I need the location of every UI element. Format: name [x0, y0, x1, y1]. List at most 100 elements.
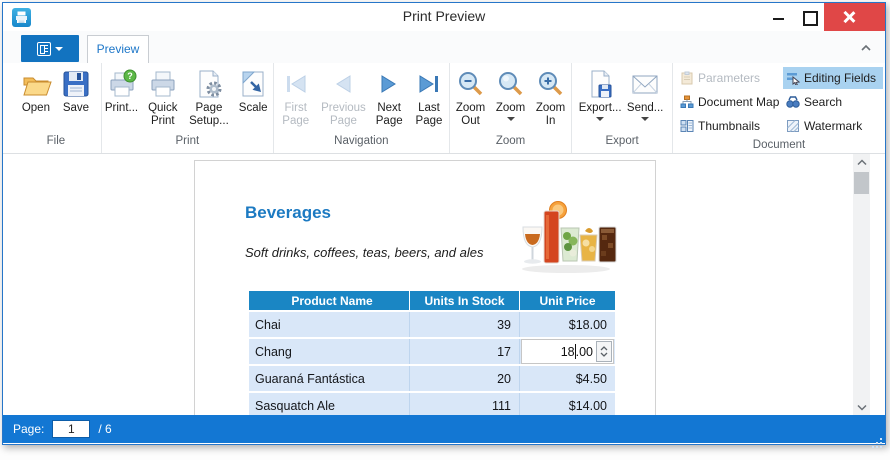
window-title: Print Preview [402, 8, 486, 24]
edit-value: 18.00 [561, 344, 593, 359]
send-button[interactable]: Send... [623, 65, 667, 121]
button-label: Parameters [698, 71, 761, 85]
chevron-down-icon [55, 46, 63, 51]
application-menu-button[interactable] [21, 35, 79, 62]
cell-units: 20 [410, 366, 520, 391]
table-row: Chang 17 18.00 [249, 337, 615, 364]
minimize-button[interactable] [764, 3, 794, 31]
page-setup-button[interactable]: Page Setup... [184, 65, 233, 128]
close-button[interactable] [824, 3, 885, 31]
page-scale-icon [242, 71, 264, 97]
cell-product: Guaraná Fantástica [249, 366, 410, 391]
tab-preview[interactable]: Preview [87, 35, 149, 63]
edit-value-before-caret: 18 [560, 344, 575, 359]
group-label-zoom: Zoom [495, 135, 526, 147]
last-page-button[interactable]: Last Page [409, 65, 449, 128]
button-label: Zoom In [535, 102, 566, 127]
spin-down-icon[interactable] [600, 352, 608, 357]
cell-price[interactable]: $18.00 [520, 312, 615, 337]
table-row: Chai 39 $18.00 [249, 310, 615, 337]
thumbnails-icon [680, 120, 694, 132]
first-page-icon [286, 75, 306, 93]
group-label-export: Export [605, 135, 639, 147]
parameters-button[interactable]: Parameters [677, 67, 783, 89]
page-number-input[interactable] [52, 420, 91, 438]
button-label: First Page [282, 102, 310, 127]
cell-units: 17 [410, 339, 520, 364]
zoom-out-button[interactable]: Zoom Out [451, 65, 491, 128]
cell-product: Chai [249, 312, 410, 337]
scroll-down-button[interactable] [853, 399, 870, 415]
ribbon-group-zoom: Zoom Out Zoom Zoom In Zoom [450, 63, 573, 153]
search-button[interactable]: Search [783, 91, 883, 113]
group-label-file: File [46, 135, 66, 147]
button-label: Previous Page [321, 102, 366, 127]
maximize-button[interactable] [794, 3, 824, 31]
statusbar: Page: / 6 [3, 415, 885, 443]
page-gear-icon [199, 70, 222, 98]
ribbon-tab-row: Preview [3, 31, 885, 63]
printer-question-icon: ? [110, 69, 136, 97]
button-label: Last Page [415, 102, 443, 127]
table-row: Guaraná Fantástica 20 $4.50 [249, 364, 615, 391]
org-chart-icon [680, 95, 694, 108]
chevron-down-icon [856, 404, 867, 411]
quick-print-button[interactable]: Quick Print [141, 65, 184, 128]
chevron-down-icon [596, 117, 605, 121]
chevron-down-icon [506, 117, 515, 121]
open-button[interactable]: Open [16, 65, 56, 115]
table-header-row: Product Name Units In Stock Unit Price [249, 291, 615, 310]
previous-page-button[interactable]: Previous Page [318, 65, 370, 128]
magnifier-minus-icon [458, 72, 482, 96]
next-page-button[interactable]: Next Page [369, 65, 409, 128]
cell-product: Sasquatch Ale [249, 393, 410, 415]
spin-up-icon[interactable] [600, 346, 608, 351]
unit-price-edit-field[interactable]: 18.00 [521, 339, 614, 364]
zoom-in-button[interactable]: Zoom In [531, 65, 571, 128]
print-button[interactable]: ? Print... [102, 65, 141, 115]
resize-grip[interactable] [880, 438, 882, 440]
scroll-up-button[interactable] [853, 154, 870, 170]
button-label: Zoom Out [455, 102, 486, 127]
ribbon-group-print: ? Print... Quick Print Page Setup... Sca… [102, 63, 274, 153]
clipboard-icon [681, 71, 693, 85]
titlebar[interactable]: Print Preview [3, 3, 885, 31]
beverages-photo [522, 201, 617, 273]
group-label-navigation: Navigation [334, 135, 389, 147]
save-button[interactable]: Save [56, 65, 96, 115]
editing-fields-icon [787, 73, 800, 85]
page-label: Page: [13, 422, 45, 436]
first-page-button[interactable]: First Page [274, 65, 318, 128]
button-label: Document Map [698, 95, 780, 109]
envelope-icon [632, 75, 658, 94]
magnifier-icon [498, 72, 522, 96]
collapse-ribbon-chevron-icon[interactable] [859, 41, 873, 55]
edit-value-after-caret: .00 [575, 344, 593, 359]
spin-buttons[interactable] [596, 341, 612, 362]
cell-price[interactable]: $14.00 [520, 393, 615, 415]
cell-price[interactable]: $4.50 [520, 366, 615, 391]
watermark-button[interactable]: Watermark [783, 115, 883, 137]
report-title: Beverages [245, 203, 332, 222]
vertical-scrollbar[interactable] [853, 154, 870, 415]
scrollbar-thumb[interactable] [854, 172, 869, 194]
button-label: Scale [238, 102, 268, 114]
button-label: Print... [104, 102, 139, 114]
ribbon: Open Save File ? Print... Quick Print Pa… [3, 63, 885, 154]
editing-fields-button[interactable]: Editing Fields [783, 67, 883, 89]
thumbnails-button[interactable]: Thumbnails [677, 115, 783, 137]
last-page-icon [419, 75, 438, 93]
document-map-button[interactable]: Document Map [677, 91, 783, 113]
button-label: Next Page [375, 102, 403, 127]
export-button[interactable]: Export... [577, 65, 623, 121]
previous-page-icon [336, 75, 351, 93]
binoculars-icon [786, 96, 800, 108]
zoom-button[interactable]: Zoom [491, 65, 531, 121]
scale-button[interactable]: Scale [234, 65, 273, 115]
chevron-down-icon [641, 117, 650, 121]
preview-area[interactable]: Beverages Soft drinks, coffees, teas, be… [3, 154, 885, 415]
watermark-icon [787, 120, 799, 132]
button-label: Watermark [804, 119, 863, 133]
button-label: Search [804, 95, 843, 109]
ribbon-group-navigation: First Page Previous Page Next Page Last … [274, 63, 450, 153]
